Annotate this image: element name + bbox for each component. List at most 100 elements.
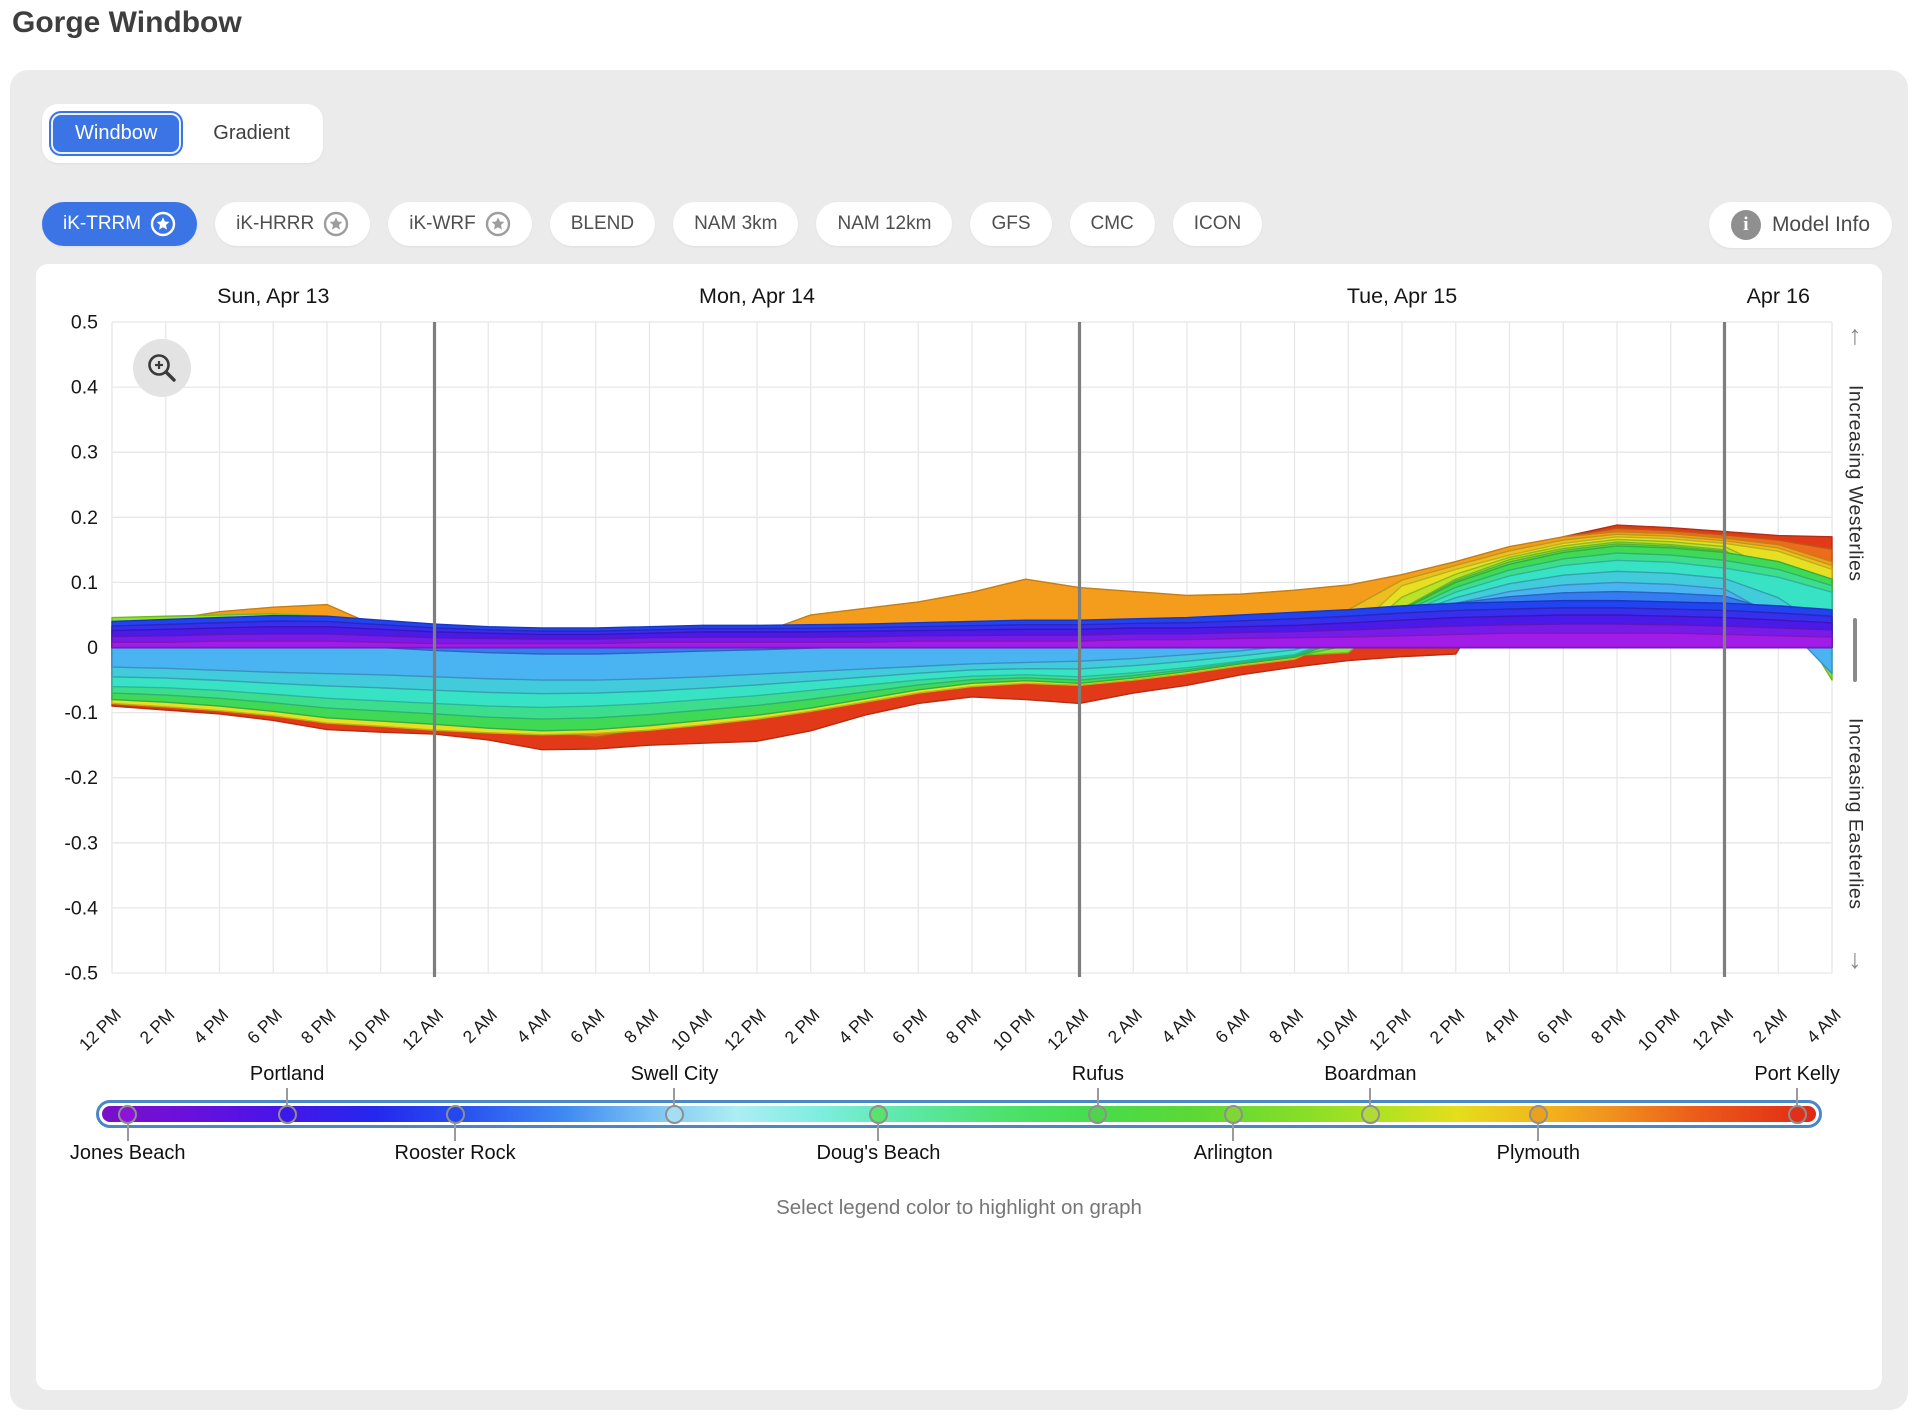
- annotation-divider: [1853, 618, 1857, 682]
- x-tick-label: 2 PM: [136, 1005, 179, 1048]
- legend-label-port-kelly[interactable]: Port Kelly: [1754, 1063, 1840, 1086]
- x-tick-label: 2 AM: [459, 1005, 501, 1047]
- model-chip-label: GFS: [991, 213, 1030, 235]
- x-tick-label: 4 PM: [834, 1005, 877, 1048]
- toggle-option-windbow[interactable]: Windbow: [51, 113, 181, 154]
- legend-marker-portland[interactable]: [278, 1105, 297, 1124]
- y-tick-label: -0.2: [64, 767, 98, 789]
- model-chip-label: NAM 3km: [694, 213, 777, 235]
- y-tick-label: -0.1: [64, 702, 98, 724]
- x-tick-label: 6 AM: [1211, 1005, 1253, 1047]
- legend-marker-stem: [454, 1124, 456, 1141]
- x-tick-label: 10 PM: [344, 1005, 394, 1055]
- x-tick-label: 10 AM: [667, 1005, 716, 1054]
- x-tick-label: 12 PM: [720, 1005, 770, 1055]
- model-chip-gfs[interactable]: GFS: [970, 202, 1051, 246]
- x-tick-label: 4 PM: [189, 1005, 232, 1048]
- x-tick-label: 4 PM: [1479, 1005, 1522, 1048]
- increasing-westerlies-label: Increasing Westerlies: [1844, 385, 1867, 582]
- legend-marker-stem: [1232, 1124, 1234, 1141]
- legend-marker-arlington[interactable]: [1224, 1105, 1243, 1124]
- model-chip-nam-3km[interactable]: NAM 3km: [673, 202, 798, 246]
- model-chip-cmc[interactable]: CMC: [1070, 202, 1155, 246]
- legend-label-doug-s-beach[interactable]: Doug's Beach: [816, 1142, 940, 1165]
- x-tick-label: 6 PM: [888, 1005, 931, 1048]
- model-chip-blend[interactable]: BLEND: [550, 202, 655, 246]
- info-icon: i: [1731, 210, 1761, 240]
- x-tick-label: 12 AM: [1688, 1005, 1737, 1054]
- model-chip-nam-12km[interactable]: NAM 12km: [816, 202, 952, 246]
- x-tick-label: 8 PM: [942, 1005, 985, 1048]
- model-info-label: Model Info: [1772, 213, 1870, 237]
- legend-marker-stem: [1097, 1088, 1099, 1105]
- x-tick-label: 8 AM: [1265, 1005, 1307, 1047]
- x-tick-label: 4 AM: [1157, 1005, 1199, 1047]
- model-chip-label: iK-TRRM: [63, 213, 141, 235]
- model-chip-ik-wrf[interactable]: iK-WRF: [388, 202, 531, 246]
- legend-marker-swell-city[interactable]: [665, 1105, 684, 1124]
- y-tick-label: 0.1: [71, 572, 98, 594]
- legend-label-arlington[interactable]: Arlington: [1194, 1142, 1273, 1165]
- day-header: Apr 16: [1747, 284, 1810, 308]
- model-chip-ik-hrrr[interactable]: iK-HRRR: [215, 202, 370, 246]
- x-tick-label: 10 PM: [1634, 1005, 1684, 1055]
- model-chip-label: BLEND: [571, 213, 634, 235]
- legend-label-plymouth[interactable]: Plymouth: [1497, 1142, 1580, 1165]
- x-tick-label: 2 AM: [1749, 1005, 1791, 1047]
- model-chip-label: CMC: [1091, 213, 1134, 235]
- legend-label-rufus[interactable]: Rufus: [1072, 1063, 1124, 1086]
- legend-marker-rufus[interactable]: [1088, 1105, 1107, 1124]
- x-tick-label: 12 AM: [1043, 1005, 1092, 1054]
- legend-marker-stem: [1369, 1088, 1371, 1105]
- legend-label-jones-beach[interactable]: Jones Beach: [70, 1142, 186, 1165]
- x-tick-label: 12 PM: [1365, 1005, 1415, 1055]
- legend-marker-stem: [1796, 1088, 1798, 1105]
- magnifier-plus-icon: [145, 351, 179, 385]
- y-tick-label: 0.3: [71, 442, 98, 464]
- legend-gradient-bar[interactable]: [96, 1100, 1822, 1128]
- badge-star-icon: [150, 211, 176, 237]
- x-tick-label: 12 AM: [398, 1005, 447, 1054]
- model-chip-ik-trrm[interactable]: iK-TRRM: [42, 202, 197, 246]
- model-info-button[interactable]: i Model Info: [1709, 202, 1892, 248]
- x-tick-label: 6 PM: [243, 1005, 286, 1048]
- legend-marker-port-kelly[interactable]: [1788, 1105, 1807, 1124]
- legend-label-boardman[interactable]: Boardman: [1324, 1063, 1416, 1086]
- badge-star-icon: [323, 211, 349, 237]
- legend-marker-boardman[interactable]: [1361, 1105, 1380, 1124]
- toggle-option-gradient[interactable]: Gradient: [189, 113, 314, 154]
- x-tick-label: 6 PM: [1533, 1005, 1576, 1048]
- legend-marker-jones-beach[interactable]: [118, 1105, 137, 1124]
- legend-label-swell-city[interactable]: Swell City: [631, 1063, 719, 1086]
- x-tick-label: 2 AM: [1104, 1005, 1146, 1047]
- model-chip-icon[interactable]: ICON: [1173, 202, 1263, 246]
- legend-marker-stem: [673, 1088, 675, 1105]
- x-tick-label: 8 PM: [297, 1005, 340, 1048]
- increasing-easterlies-label: Increasing Easterlies: [1844, 718, 1867, 910]
- model-chip-label: NAM 12km: [837, 213, 931, 235]
- model-chip-label: ICON: [1194, 213, 1242, 235]
- legend-marker-stem: [127, 1124, 129, 1141]
- legend-gradient-fill[interactable]: [102, 1106, 1816, 1122]
- y-axis-annotation: ↑ Increasing Westerlies Increasing Easte…: [1834, 322, 1876, 973]
- y-tick-label: 0: [87, 637, 98, 659]
- x-tick-label: 8 AM: [620, 1005, 662, 1047]
- x-tick-label: 10 AM: [1312, 1005, 1361, 1054]
- legend-marker-stem: [877, 1124, 879, 1141]
- legend-marker-rooster-rock[interactable]: [446, 1105, 465, 1124]
- x-tick-label: 6 AM: [566, 1005, 608, 1047]
- x-tick-label: 8 PM: [1587, 1005, 1630, 1048]
- legend-marker-doug-s-beach[interactable]: [869, 1105, 888, 1124]
- x-tick-label: 4 AM: [512, 1005, 554, 1047]
- x-tick-label: 2 PM: [1426, 1005, 1469, 1048]
- legend-label-portland[interactable]: Portland: [250, 1063, 325, 1086]
- legend-label-rooster-rock[interactable]: Rooster Rock: [395, 1142, 516, 1165]
- y-tick-label: 0.5: [71, 312, 98, 334]
- y-tick-label: 0.2: [71, 507, 98, 529]
- zoom-in-button[interactable]: [133, 339, 191, 397]
- legend-marker-stem: [286, 1088, 288, 1105]
- legend-marker-plymouth[interactable]: [1529, 1105, 1548, 1124]
- legend-marker-stem: [1537, 1124, 1539, 1141]
- model-chips-row: iK-TRRM iK-HRRR iK-WRF BLEND NAM 3km NAM 12km…: [42, 202, 1262, 246]
- y-tick-label: 0.4: [71, 377, 98, 399]
